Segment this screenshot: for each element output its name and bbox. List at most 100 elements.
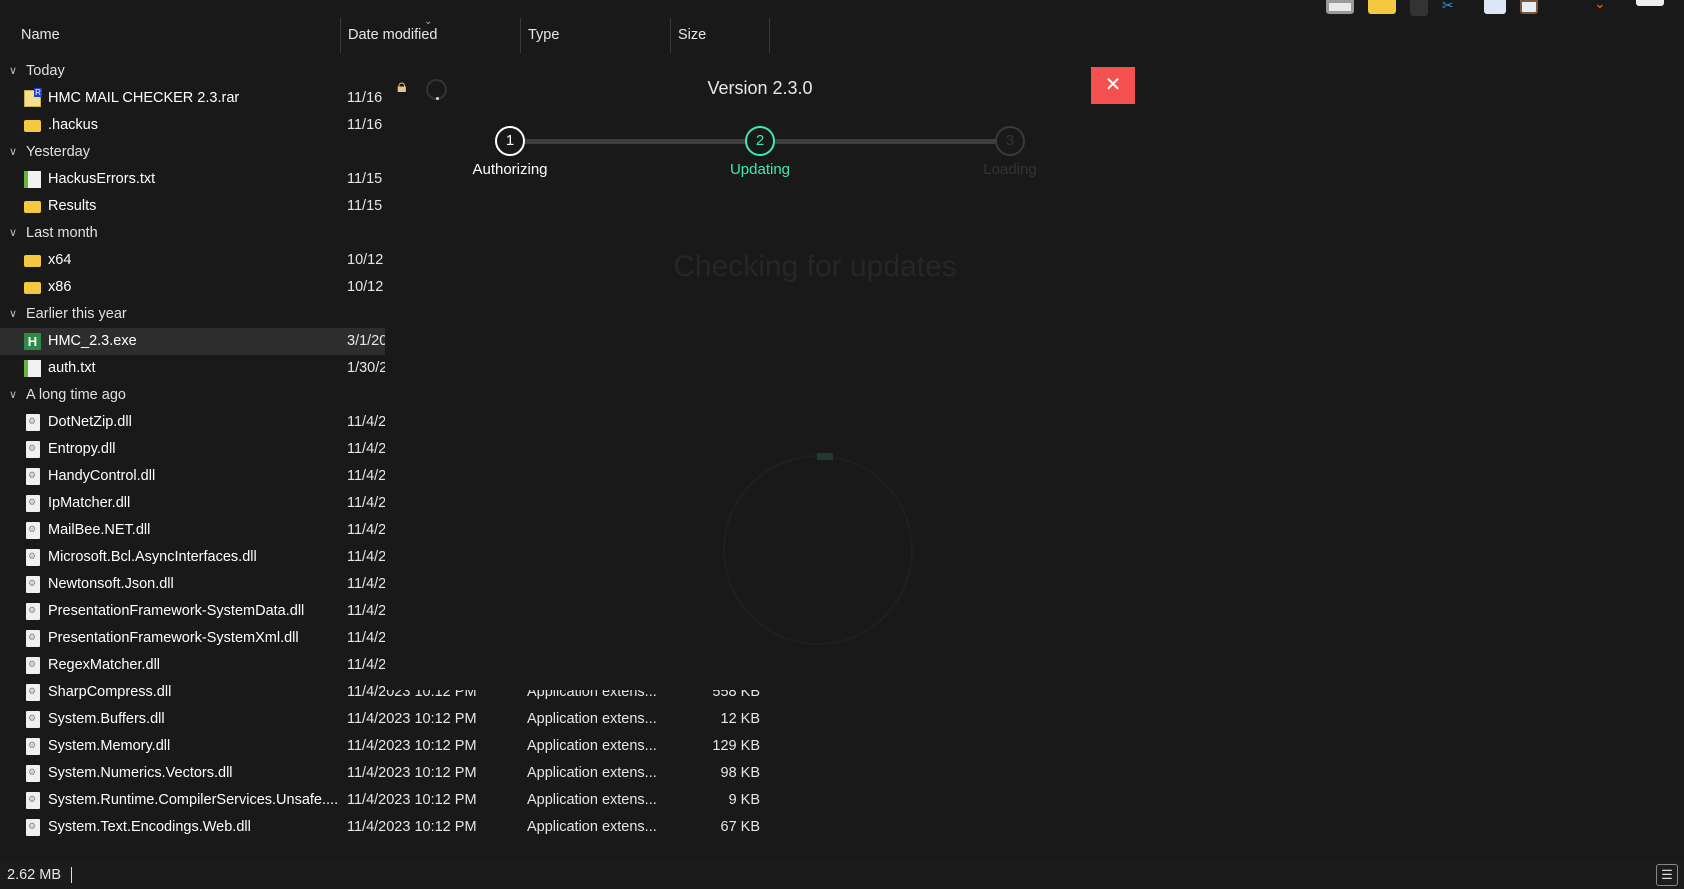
folder-icon — [24, 201, 41, 213]
group-label: A long time ago — [26, 387, 126, 403]
dll-icon — [26, 414, 40, 431]
cut-icon[interactable]: ✂ — [1442, 0, 1470, 14]
step-1-indicator: 1 — [495, 126, 525, 156]
file-row[interactable]: System.Buffers.dll 11/4/2023 10:12 PM Ap… — [0, 706, 780, 733]
dll-icon — [26, 522, 40, 539]
file-name: PresentationFramework-SystemData.dll — [48, 603, 305, 619]
separator — [1410, 0, 1428, 16]
step-2-label: Updating — [729, 161, 791, 178]
file-date: 11/4/2023 10:12 PM — [347, 738, 477, 754]
file-size: 9 KB — [728, 792, 760, 808]
step-1-label: Authorizing — [472, 161, 548, 178]
details-view-button[interactable]: ☰ — [1656, 864, 1678, 886]
file-row[interactable]: H HMC_2.3.exe 3/1/20 — [0, 328, 385, 355]
file-date: 11/4/2023 10:12 PM — [347, 792, 477, 808]
file-date: 11/4/2 — [347, 495, 385, 511]
file-date: 11/4/2 — [347, 414, 385, 430]
group-label: Yesterday — [26, 144, 90, 160]
step-3-indicator: 3 — [995, 126, 1025, 156]
file-name: x64 — [48, 252, 72, 268]
column-header: Name ⌄ Date modified Type Size — [0, 16, 780, 53]
file-date: 11/4/2 — [347, 549, 385, 565]
step-2-indicator: 2 — [745, 126, 775, 156]
file-name: auth.txt — [48, 360, 96, 376]
delete-icon[interactable]: ⌄ — [1594, 0, 1622, 14]
column-type[interactable]: Type — [520, 18, 670, 53]
file-date: 11/16 — [347, 90, 383, 106]
chevron-down-icon[interactable]: ∨ — [9, 139, 17, 166]
chevron-down-icon[interactable]: ∨ — [9, 301, 17, 328]
status-bar: 2.62 MB ☰ — [0, 861, 1684, 889]
selection-size: 2.62 MB — [7, 867, 61, 883]
file-name: System.Numerics.Vectors.dll — [48, 765, 233, 781]
dll-icon — [26, 468, 40, 485]
group-label: Last month — [26, 225, 98, 241]
file-name: Microsoft.Bcl.AsyncInterfaces.dll — [48, 549, 257, 565]
text-file-icon — [24, 360, 41, 377]
file-row[interactable]: System.Numerics.Vectors.dll 11/4/2023 10… — [0, 760, 780, 787]
dll-icon — [26, 441, 40, 458]
file-row[interactable]: System.Memory.dll 11/4/2023 10:12 PM App… — [0, 733, 780, 760]
file-name: DotNetZip.dll — [48, 414, 132, 430]
group-label: Earlier this year — [26, 306, 127, 322]
move-icon[interactable]: ⌃ — [1552, 0, 1580, 14]
file-type: Application extens... — [527, 738, 657, 754]
file-name: Entropy.dll — [48, 441, 116, 457]
file-name: HackusErrors.txt — [48, 171, 156, 187]
file-name: SharpCompress.dll — [48, 684, 172, 700]
column-size[interactable]: Size — [670, 18, 770, 53]
file-row[interactable]: System.Text.Encodings.Web.dll 11/4/2023 … — [0, 814, 780, 841]
file-date: 11/16 — [347, 117, 383, 133]
status-message: Checking for updates — [673, 250, 957, 283]
file-type: Application extens... — [527, 819, 657, 835]
file-name: Results — [48, 198, 97, 214]
file-date: 11/4/2 — [347, 468, 385, 484]
file-date: 11/4/2023 10:12 PM — [347, 711, 477, 727]
file-size: 67 KB — [720, 819, 761, 835]
file-date: 10/12 — [347, 279, 384, 295]
file-size: 129 KB — [712, 738, 760, 754]
text-file-icon — [24, 171, 41, 188]
group-label: Today — [26, 63, 65, 79]
close-button[interactable]: ✕ — [1091, 67, 1135, 104]
dll-icon — [26, 819, 40, 836]
step-connector — [525, 139, 760, 144]
preview-pane-icon[interactable] — [1326, 0, 1354, 14]
file-size: 12 KB — [720, 711, 761, 727]
dll-icon — [26, 630, 40, 647]
chevron-down-icon[interactable]: ∨ — [9, 220, 17, 247]
file-name: HMC MAIL CHECKER 2.3.rar — [48, 90, 240, 106]
file-type: Application extens... — [527, 792, 657, 808]
file-name: System.Memory.dll — [48, 738, 171, 754]
copy-icon[interactable] — [1484, 0, 1506, 14]
file-name: .hackus — [48, 117, 98, 133]
dll-icon — [26, 765, 40, 782]
close-icon: ✕ — [1104, 74, 1122, 96]
file-name: Newtonsoft.Json.dll — [48, 576, 174, 592]
chevron-down-icon[interactable]: ∨ — [9, 382, 17, 409]
file-name: HMC_2.3.exe — [48, 333, 137, 349]
file-type: Application extens... — [527, 711, 657, 727]
file-date: 11/4/2 — [347, 603, 385, 619]
list-view-icon: ☰ — [1661, 867, 1673, 882]
file-name: RegexMatcher.dll — [48, 657, 161, 673]
file-date: 11/4/2 — [347, 630, 385, 646]
column-name[interactable]: Name — [14, 18, 340, 53]
update-dialog: 🔒︎ Version 2.3.0 ✕ 1 Authorizing 2 Updati… — [385, 60, 1155, 690]
chevron-down-icon[interactable]: ∨ — [9, 58, 17, 85]
column-date-modified[interactable]: Date modified — [340, 18, 520, 53]
exe-icon: H — [24, 333, 41, 350]
rename-icon[interactable] — [1636, 0, 1664, 6]
rar-archive-icon — [24, 88, 42, 107]
dll-icon — [26, 495, 40, 512]
folder-icon[interactable] — [1368, 0, 1396, 14]
file-name: PresentationFramework-SystemXml.dll — [48, 630, 299, 646]
file-name: System.Buffers.dll — [48, 711, 165, 727]
file-date: 3/1/20 — [347, 333, 385, 349]
file-type: Application extens... — [527, 765, 657, 781]
paste-icon[interactable] — [1520, 0, 1538, 14]
file-row[interactable]: System.Runtime.CompilerServices.Unsafe..… — [0, 787, 780, 814]
dialog-title: Version 2.3.0 — [707, 78, 813, 98]
file-date: 11/15 — [347, 171, 383, 187]
folder-icon — [24, 255, 41, 267]
